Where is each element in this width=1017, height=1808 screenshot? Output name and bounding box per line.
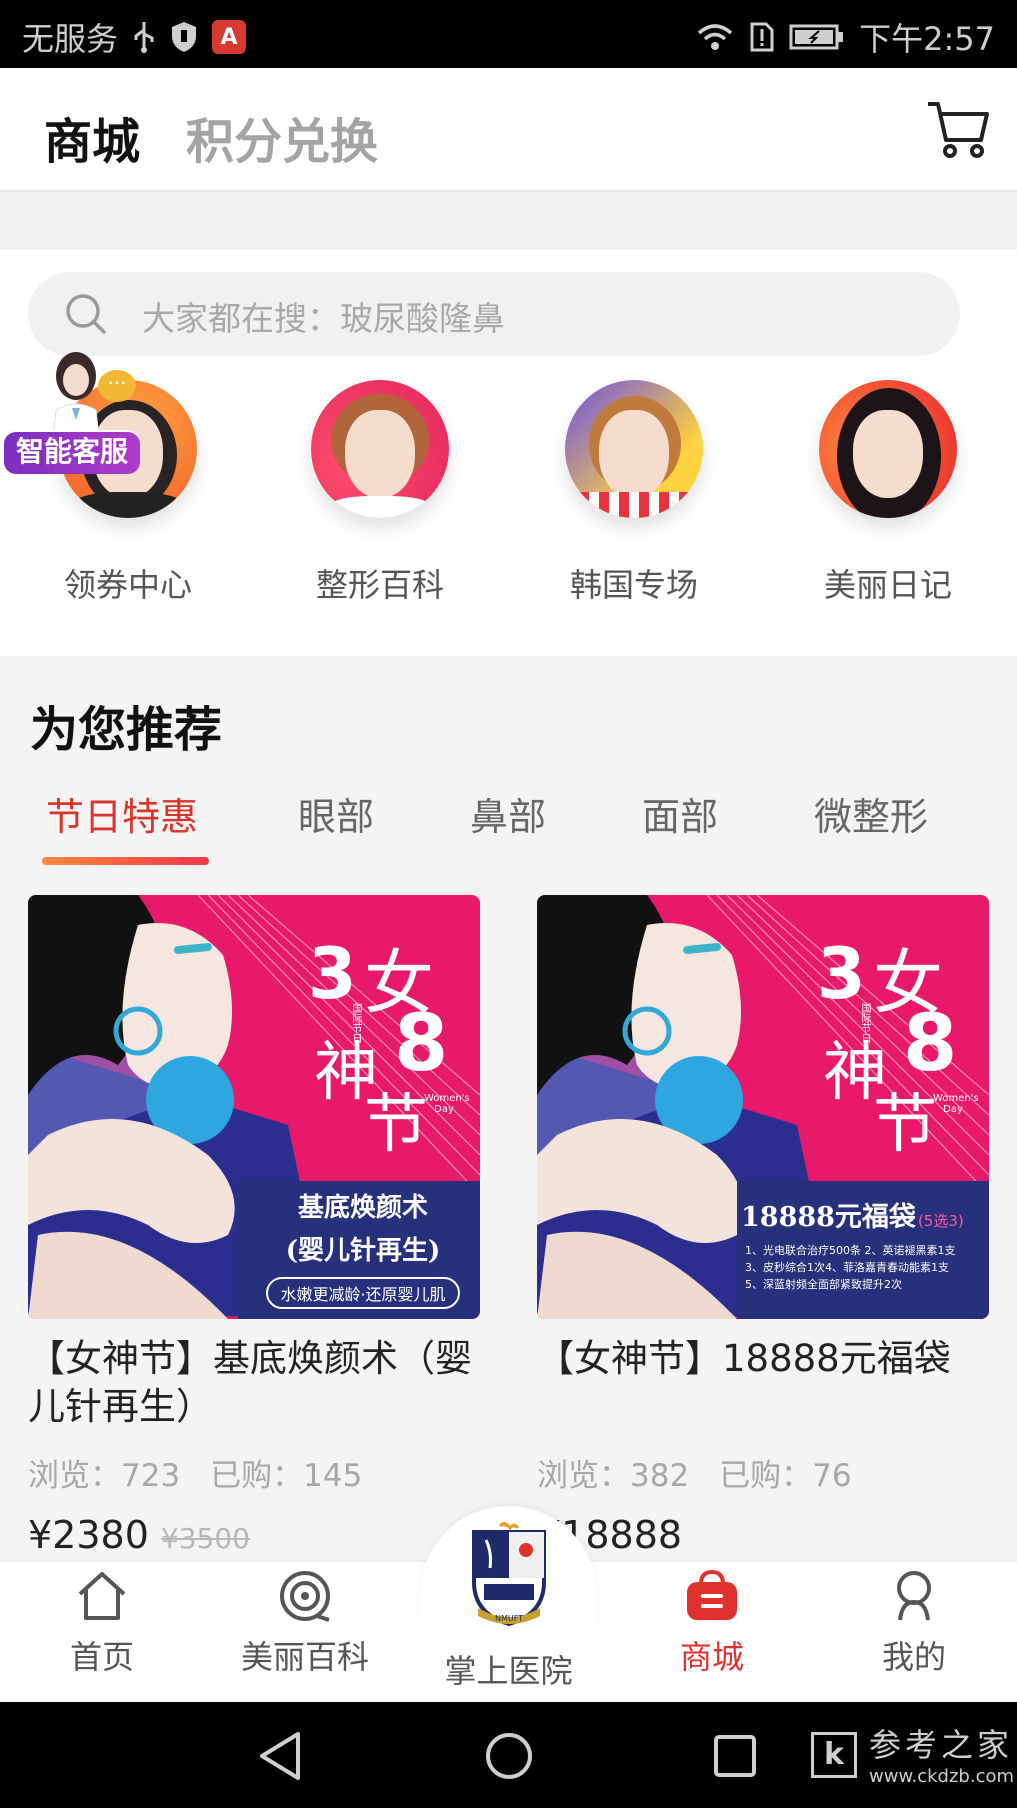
- poster-headline: 3 女 神 8 节 国际节日 Women's Day: [308, 933, 478, 1173]
- poster-line-1: 18888元福袋: [741, 1202, 916, 1233]
- top-header: 商城 积分兑换: [0, 68, 1017, 192]
- active-tab-indicator: [42, 857, 209, 865]
- poster-english: Women's Day: [424, 1093, 470, 1115]
- nav-wiki-label: 美丽百科: [240, 1638, 369, 1676]
- tab-points-exchange[interactable]: 积分兑换: [186, 102, 378, 172]
- poster-headline: 3 女 神 8 节 国际节日 Women's Day: [817, 933, 987, 1173]
- product-price: ¥2380: [28, 1513, 149, 1557]
- poster-small-text: 国际节日: [350, 1003, 361, 1043]
- user-icon: [897, 1571, 931, 1621]
- poster-english: Women's Day: [933, 1093, 979, 1115]
- product-bought: 已购：76: [719, 1458, 852, 1494]
- product-card[interactable]: 3 女 神 8 节 国际节日 Women's Day 18888元福袋 (5选3)…: [537, 895, 989, 1557]
- tab-nose[interactable]: 鼻部: [470, 786, 546, 841]
- product-old-price: ¥3500: [160, 1522, 250, 1555]
- plastic-wiki-image: [311, 380, 449, 518]
- nav-beauty-wiki[interactable]: 美丽百科: [225, 1568, 385, 1678]
- smart-customer-service-label: 智能客服: [4, 430, 140, 474]
- watermark-title: 参考之家: [869, 1726, 1014, 1764]
- nav-home[interactable]: 首页: [22, 1568, 182, 1678]
- poster-zh-3: 节: [873, 1088, 937, 1162]
- product-price-row: ¥2380 ¥3500: [28, 1513, 250, 1557]
- recommend-title: 为您推荐: [30, 702, 223, 758]
- app-notification-icon: A: [212, 20, 247, 54]
- poster-small-text: 国际节日: [859, 1003, 870, 1043]
- tab-eyes[interactable]: 眼部: [298, 786, 374, 841]
- poster-line-1: 基底焕颜术: [297, 1193, 428, 1223]
- clock-text: 下午2:57: [859, 20, 995, 58]
- category-label: 美丽日记: [823, 566, 952, 604]
- product-views: 浏览：382: [537, 1458, 690, 1494]
- category-plastic-wiki[interactable]: 整形百科: [280, 380, 480, 606]
- nav-mine-label: 我的: [881, 1638, 946, 1676]
- product-card[interactable]: 3 女 神 8 节 国际节日 Women's Day 基底焕颜术 (婴儿针再生)…: [28, 895, 480, 1557]
- chat-bubble-icon: ···: [98, 370, 136, 402]
- poster-item: 1、光电联合治疗500条 2、英诺褪黑素1支: [745, 1244, 956, 1257]
- nav-home-label: 首页: [69, 1638, 134, 1676]
- usb-icon: [132, 20, 156, 54]
- product-title[interactable]: 【女神节】18888元福袋: [537, 1335, 1017, 1383]
- product-stats: 浏览：382 已购：76: [537, 1450, 852, 1495]
- nav-store-label: 商城: [679, 1638, 744, 1676]
- cart-icon[interactable]: [925, 96, 991, 162]
- category-beauty-diary[interactable]: 美丽日记: [788, 380, 988, 606]
- home-circle-icon[interactable]: [484, 1730, 534, 1782]
- search-icon: [66, 294, 106, 334]
- tab-holiday-deals[interactable]: 节日特惠: [46, 786, 198, 841]
- poster-item: 3、皮秒综合1次4、菲洛嘉青春动能素1支: [745, 1261, 949, 1274]
- battery-icon: [789, 23, 845, 51]
- category-label: 韩国专场: [569, 566, 698, 604]
- carrier-text: 无服务: [22, 20, 119, 58]
- tab-face[interactable]: 面部: [642, 786, 718, 841]
- search-placeholder: 大家都在搜：玻尿酸隆鼻: [142, 299, 505, 338]
- shield-icon: [170, 20, 198, 54]
- product-title[interactable]: 【女神节】基底焕颜术（婴儿针再生）: [28, 1335, 508, 1431]
- tab-store[interactable]: 商城: [44, 102, 140, 172]
- watermark: k 参考之家 www.ckdzb.com: [811, 1718, 1014, 1798]
- poster-item-list: 1、光电联合治疗500条 2、英诺褪黑素1支 3、皮秒综合1次4、菲洛嘉青春动能…: [745, 1242, 989, 1293]
- tab-micro-plastic[interactable]: 微整形: [814, 786, 928, 841]
- search-bar[interactable]: 大家都在搜：玻尿酸隆鼻: [28, 272, 960, 356]
- nav-store[interactable]: 商城: [632, 1568, 792, 1678]
- status-bar: 无服务 A 下午2:57: [0, 0, 1017, 68]
- nav-hospital-label[interactable]: 掌上医院: [420, 1646, 597, 1692]
- target-icon: [280, 1571, 330, 1622]
- banner-gap: [0, 192, 1017, 250]
- category-label: 整形百科: [315, 566, 444, 604]
- system-nav-bar: k 参考之家 www.ckdzb.com: [0, 1702, 1017, 1808]
- watermark-url: www.ckdzb.com: [869, 1766, 1015, 1787]
- poster-line-1b: (5选3): [917, 1212, 964, 1230]
- watermark-logo: k: [811, 1732, 857, 1778]
- back-icon[interactable]: [256, 1730, 306, 1782]
- crest-text: NMUFT: [494, 1614, 524, 1623]
- wifi-icon: [695, 21, 735, 53]
- beauty-diary-image: [819, 380, 957, 518]
- category-korea-special[interactable]: 韩国专场: [534, 380, 734, 606]
- category-label: 领券中心: [63, 566, 192, 604]
- app-screen: 无服务 A 下午2:57 商城 积分兑换 大家都在搜：玻尿酸隆鼻 领券中心 整形…: [0, 0, 1017, 1808]
- recent-apps-icon[interactable]: [710, 1730, 760, 1782]
- nav-mine[interactable]: 我的: [834, 1568, 994, 1678]
- poster-line-2: (婴儿针再生): [285, 1236, 441, 1266]
- product-views: 浏览：723: [28, 1458, 181, 1494]
- home-icon: [78, 1572, 126, 1620]
- poster-line-3: 水嫩更减龄·还原婴儿肌: [266, 1277, 460, 1309]
- poster-caption: 基底焕颜术 (婴儿针再生) 水嫩更减龄·还原婴儿肌: [246, 1187, 480, 1309]
- korea-special-image: [565, 380, 703, 518]
- sim-alert-icon: [749, 21, 775, 53]
- poster-zh-3: 节: [364, 1088, 428, 1162]
- product-bought: 已购：145: [210, 1458, 363, 1494]
- product-stats: 浏览：723 已购：145: [28, 1450, 362, 1495]
- poster-caption: 18888元福袋 (5选3) 1、光电联合治疗500条 2、英诺褪黑素1支 3、皮…: [741, 1195, 989, 1293]
- smart-customer-service-button[interactable]: ··· 智能客服: [0, 348, 145, 478]
- shopping-bag-icon: [687, 1569, 737, 1620]
- poster-item: 5、深蓝射频全面部紧致提升2次: [745, 1278, 902, 1291]
